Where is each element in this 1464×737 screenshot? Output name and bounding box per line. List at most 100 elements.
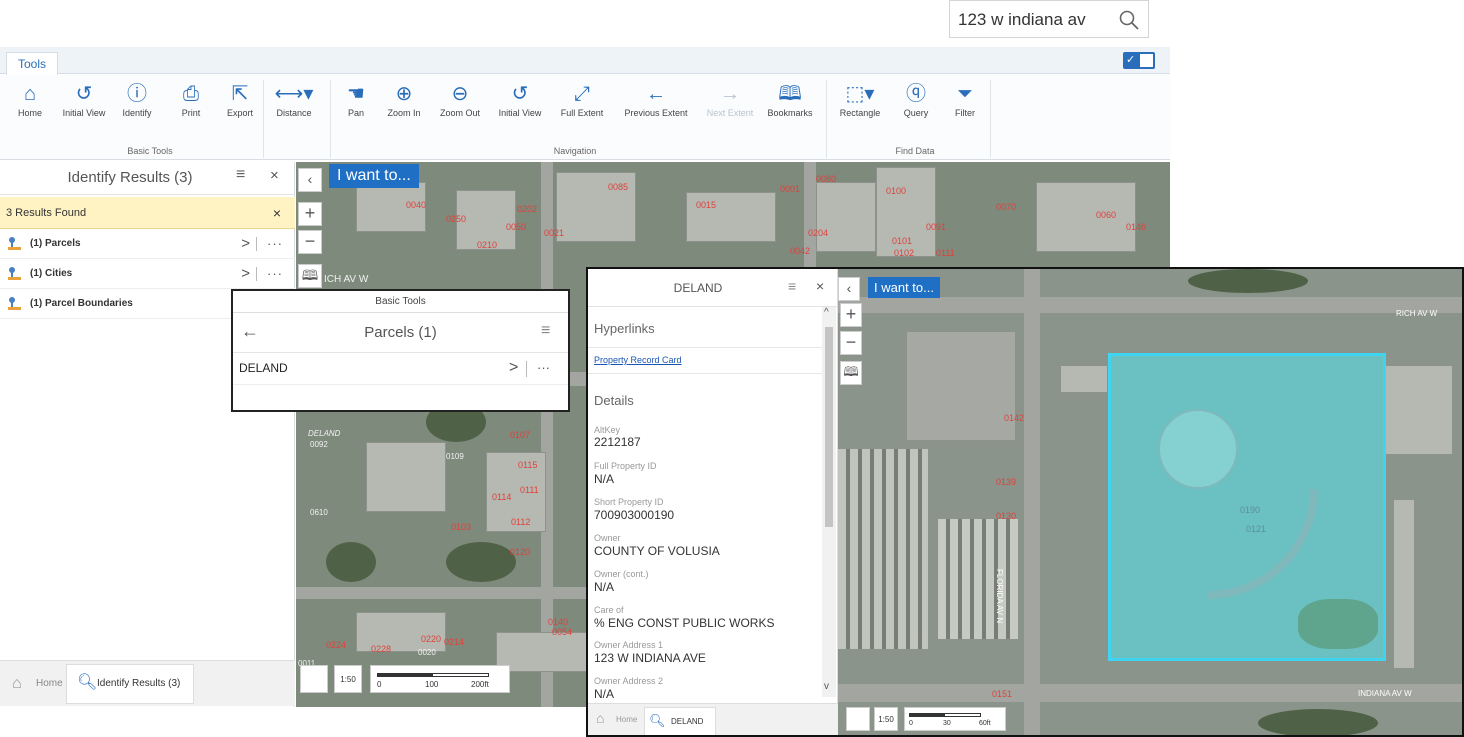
field-value: N/A [594,687,615,701]
row-label: (1) Parcels [30,238,81,249]
scale-label: 60ft [979,720,991,727]
next-extent-button[interactable]: → Next Extent [700,80,760,130]
initial-view-nav-button[interactable]: ↺ Initial View [490,80,550,130]
bookmark-map-icon[interactable]: 🕮 [840,361,862,385]
rectangle-button[interactable]: ⬚▾ Rectangle [830,80,890,130]
home-button[interactable]: ⌂ Home [0,80,60,130]
footer-deland-tab[interactable]: 🔍︎ DELAND [644,707,716,735]
result-row-parcels[interactable]: (1) Parcels > ··· [0,229,295,259]
zoom-out-icon: ⊖ [451,83,469,105]
popup-title: Parcels (1) [364,324,437,341]
parcel-label: 0109 [446,452,464,461]
list-menu-icon[interactable]: ≡ [236,166,245,184]
check-icon: ✓ [1126,54,1136,66]
detail-map-view[interactable]: 0142 0190 0121 0130 0139 0151 RICH AV W … [838,269,1462,735]
more-icon[interactable]: ··· [267,229,283,259]
scrollbar-thumb[interactable] [825,327,833,527]
zoom-out-map-button[interactable]: − [840,331,862,355]
zoom-out-button[interactable]: ⊖ Zoom Out [430,80,490,130]
identify-button[interactable]: ⓘ Identify [107,80,167,130]
footer-home-tab[interactable]: Home [616,715,637,724]
export-button[interactable]: ⇱ Export [210,80,270,130]
refresh-icon: ↺ [75,83,93,105]
footer-identify-label: Identify Results (3) [97,678,181,689]
i-want-to-button[interactable]: I want to... [329,164,419,188]
zoom-in-map-button[interactable]: + [840,303,862,327]
building [1060,365,1108,393]
footer-deland-label: DELAND [671,717,704,726]
close-icon[interactable]: × [816,278,824,294]
home-icon[interactable]: ⌂ [596,710,604,726]
parcel-label: 0085 [608,182,629,192]
chevron-left-icon[interactable]: ‹ [298,168,322,192]
close-icon[interactable]: × [270,167,279,184]
identify-icon: ⓘ [127,83,147,105]
home-icon: ⌂ [23,83,37,105]
more-icon[interactable]: ··· [267,259,283,289]
building [1036,182,1136,252]
full-extent-label: Full Extent [560,108,604,118]
previous-extent-label: Previous Extent [624,108,688,118]
zoom-in-label: Zoom In [387,108,421,118]
chevron-up-icon[interactable]: ^ [824,307,829,318]
result-row-cities[interactable]: (1) Cities > ··· [0,259,295,289]
i-want-to-button[interactable]: I want to... [868,277,940,298]
bookmarks-label: Bookmarks [767,108,813,118]
parcel-label: 0091 [926,222,947,232]
distance-button[interactable]: ⟷▾ Distance [264,80,324,130]
scrollbar[interactable]: ^ v [822,307,836,697]
parcel-label: 0040 [406,200,427,210]
parcel-label: 0050 [506,222,527,232]
divider [588,373,822,374]
popup-result-row[interactable]: DELAND > ··· [233,353,568,385]
previous-extent-button[interactable]: ← Previous Extent [623,80,689,130]
tree [1258,709,1378,735]
parcel-label: 0121 [1246,524,1267,534]
detail-header: DELAND ≡ × [588,269,838,307]
zoom-in-map-button[interactable]: + [298,202,322,226]
bookmark-map-icon[interactable]: 🕮 [298,264,322,288]
parcel-label: 0092 [310,440,328,449]
building [366,442,446,512]
building [356,612,446,652]
tab-bar [0,47,1170,74]
tree [1298,599,1378,649]
chevron-right-icon[interactable]: > [509,359,518,377]
initial-view-button[interactable]: ↺ Initial View [54,80,114,130]
search-icon[interactable] [1118,9,1140,31]
parcel-label: 0021 [544,228,565,238]
popup-header: Basic Tools [233,291,568,313]
basemap-icon[interactable] [846,707,870,731]
field-label: AltKey [594,425,621,435]
basemap-icon[interactable] [300,665,328,693]
scale-icon[interactable]: 1:50 [874,707,898,731]
chevron-right-icon[interactable]: > [241,259,250,289]
ruler-icon: ⟷▾ [274,83,314,105]
scale-icon[interactable]: 1:50 [334,665,362,693]
parcel-label: 0060 [1096,210,1117,220]
property-record-card-link[interactable]: Property Record Card [594,355,682,365]
more-icon[interactable]: ··· [537,360,550,375]
close-icon[interactable]: × [273,197,281,229]
zoom-out-map-button[interactable]: − [298,230,322,254]
full-extent-button[interactable]: ⤢ Full Extent [552,80,612,130]
search-input[interactable] [958,8,1108,32]
chevron-down-icon[interactable]: v [824,681,829,692]
toolbar-toggle[interactable]: ✓ [1123,52,1155,69]
zoom-in-button[interactable]: ⊕ Zoom In [374,80,434,130]
bookmarks-button[interactable]: 🕮 Bookmarks [760,80,820,130]
footer-identify-tab[interactable]: 🔍︎ Identify Results (3) [66,664,194,704]
home-icon[interactable]: ⌂ [12,661,22,707]
parcel-label: 0102 [894,248,915,258]
parcel-label: 0214 [444,637,465,647]
chevron-left-icon[interactable]: ‹ [838,277,860,301]
list-menu-icon[interactable]: ≡ [788,278,796,294]
chevron-right-icon[interactable]: > [241,229,250,259]
list-menu-icon[interactable]: ≡ [541,322,550,340]
parcel-label: 0101 [892,236,913,246]
parcel-label: 0111 [520,485,539,495]
filter-button[interactable]: ⏷ Filter [935,80,995,130]
result-row-parcel-boundaries[interactable]: (1) Parcel Boundaries [0,289,232,319]
tab-tools[interactable]: Tools [6,52,58,75]
footer-home-tab[interactable]: Home [36,661,63,707]
